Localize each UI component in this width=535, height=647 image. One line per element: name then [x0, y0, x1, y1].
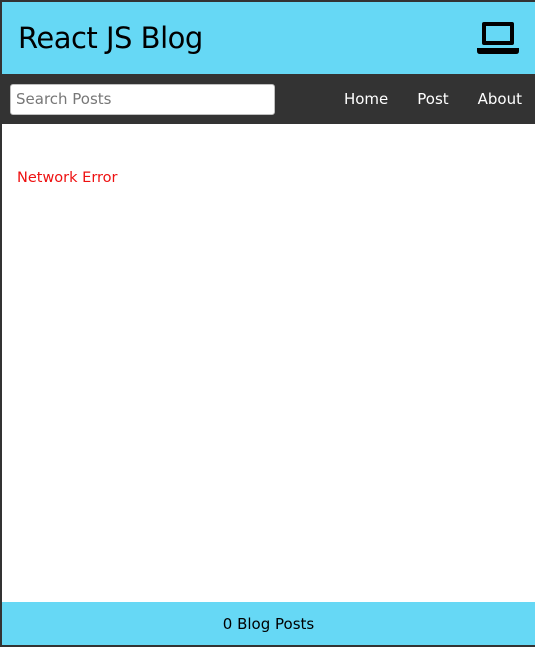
main-content: Network Error — [2, 124, 535, 602]
search-form — [10, 83, 275, 115]
nav-links: Home Post About — [315, 90, 522, 109]
nav-item-home: Home — [344, 90, 388, 109]
header: React JS Blog — [2, 2, 535, 74]
nav-link-about[interactable]: About — [478, 90, 522, 108]
nav-item-post: Post — [417, 90, 448, 109]
page-title: React JS Blog — [18, 21, 203, 55]
nav-link-post[interactable]: Post — [417, 90, 448, 108]
post-count: 0 Blog Posts — [222, 614, 315, 633]
nav-bar: Home Post About — [2, 74, 535, 124]
error-message: Network Error — [17, 170, 118, 186]
app-window: React JS Blog Home Post About Network Er… — [0, 0, 535, 647]
laptop-icon — [477, 22, 519, 54]
nav-link-home[interactable]: Home — [344, 90, 388, 108]
nav-item-about: About — [478, 90, 522, 109]
footer: 0 Blog Posts — [2, 602, 535, 645]
search-input[interactable] — [10, 83, 275, 115]
